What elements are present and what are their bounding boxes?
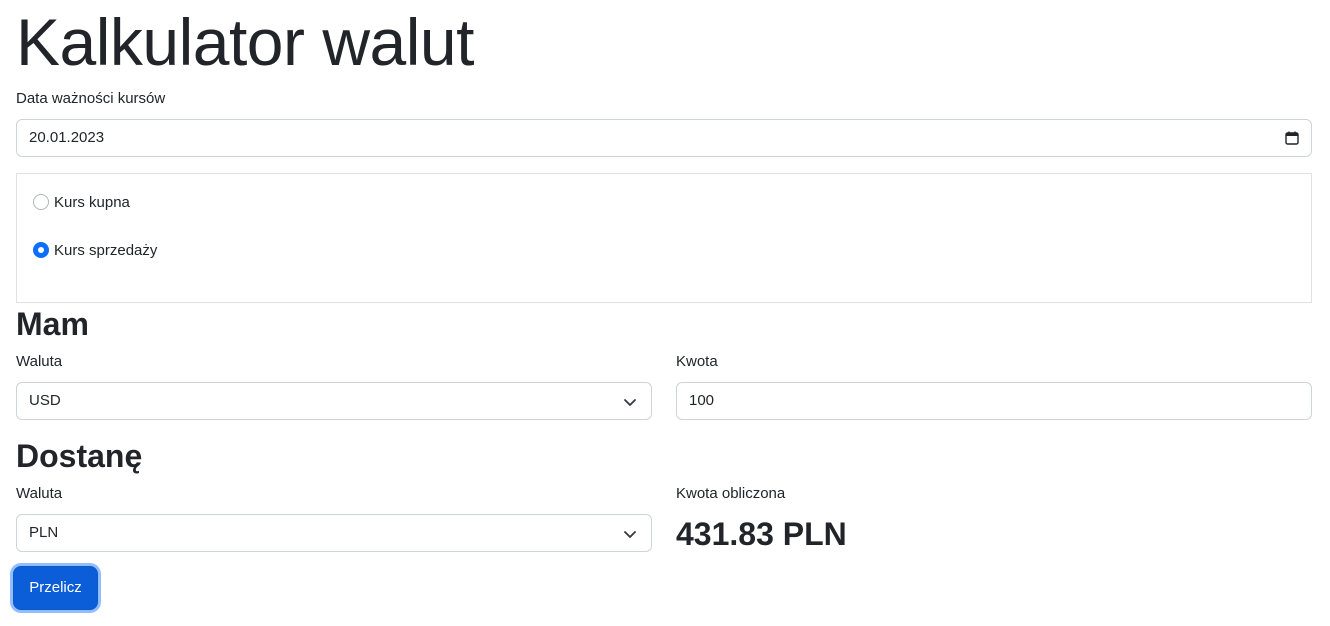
currency-calculator-page: Kalkulator walut Data ważności kursów 20… [0, 0, 1330, 626]
computed-amount-label: Kwota obliczona [676, 485, 786, 502]
page-title: Kalkulator walut [16, 5, 474, 79]
rate-date-input[interactable]: 20.01.2023 [16, 119, 1312, 157]
radio-label-buy: Kurs kupna [54, 193, 130, 211]
have-amount-value: 100 [689, 392, 715, 409]
get-currency-select[interactable]: PLN [16, 514, 652, 552]
have-currency-value: USD [29, 392, 61, 409]
calculate-button[interactable]: Przelicz [13, 566, 98, 610]
chevron-down-icon [624, 531, 636, 538]
get-currency-value: PLN [29, 524, 59, 541]
radio-option-buy-rate[interactable]: Kurs kupna [33, 192, 130, 212]
have-currency-label: Waluta [16, 353, 63, 370]
get-heading: Dostanę [16, 438, 143, 474]
calendar-icon[interactable] [1285, 131, 1299, 145]
radio-button-sell[interactable] [33, 242, 49, 258]
get-currency-label: Waluta [16, 485, 63, 502]
have-amount-input[interactable]: 100 [676, 382, 1312, 420]
rate-date-label: Data ważności kursów [16, 90, 166, 107]
rate-date-value: 20.01.2023 [29, 129, 105, 146]
rate-type-group: Kurs kupna Kurs sprzedaży [16, 173, 1312, 303]
radio-option-sell-rate[interactable]: Kurs sprzedaży [33, 240, 157, 260]
have-amount-label: Kwota [676, 353, 718, 370]
radio-button-buy[interactable] [33, 194, 49, 210]
have-heading: Mam [16, 306, 89, 342]
have-currency-select[interactable]: USD [16, 382, 652, 420]
chevron-down-icon [624, 399, 636, 406]
computed-amount-value: 431.83 PLN [676, 516, 847, 552]
radio-label-sell: Kurs sprzedaży [54, 241, 158, 259]
